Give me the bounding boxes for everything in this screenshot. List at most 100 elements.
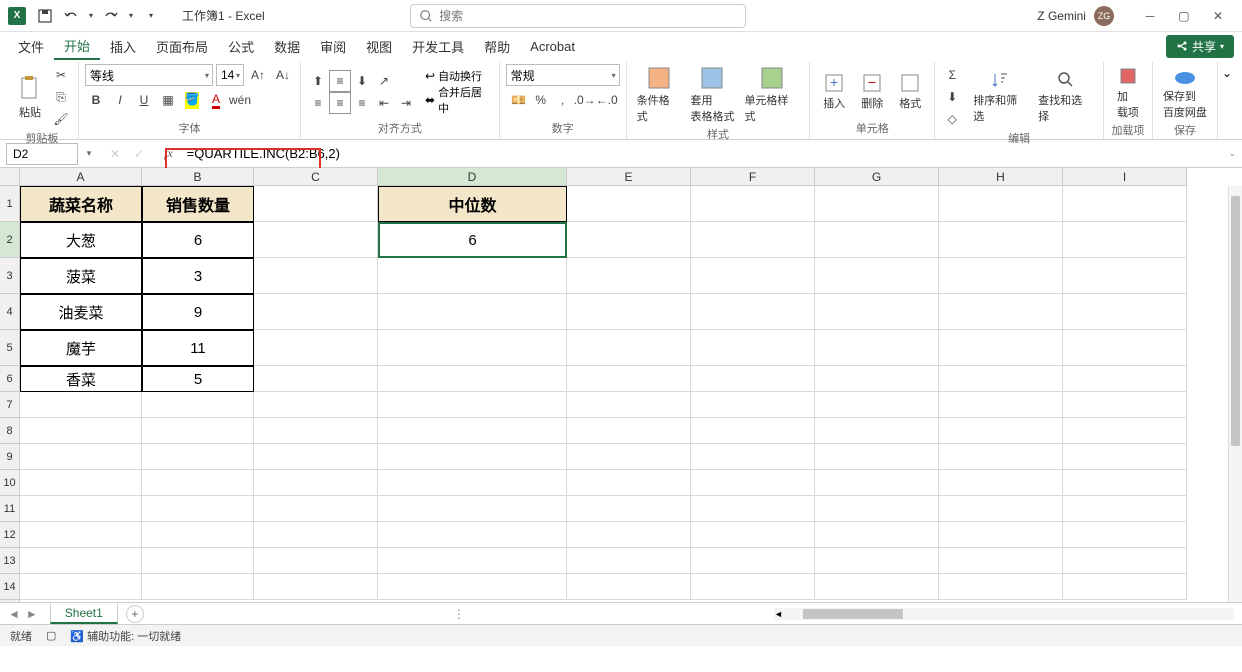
cell[interactable] — [378, 418, 567, 444]
indent-inc-icon[interactable]: ⇥ — [395, 92, 417, 114]
cell[interactable] — [20, 418, 142, 444]
row-header-1[interactable]: 1 — [0, 186, 19, 222]
cell[interactable] — [20, 444, 142, 470]
fill-icon[interactable]: ⬇ — [941, 86, 963, 108]
cell[interactable] — [691, 496, 815, 522]
clear-icon[interactable]: ◇ — [941, 108, 963, 130]
underline-icon[interactable]: U — [133, 89, 155, 111]
align-center-icon[interactable]: ≡ — [329, 92, 351, 114]
format-cells-button[interactable]: 格式 — [892, 71, 928, 113]
italic-icon[interactable]: I — [109, 89, 131, 111]
grow-font-icon[interactable]: A↑ — [247, 64, 269, 86]
sort-filter-button[interactable]: 排序和筛选 — [969, 68, 1032, 126]
row-header-12[interactable]: 12 — [0, 522, 19, 548]
align-top-icon[interactable]: ⬆ — [307, 70, 329, 92]
vertical-scrollbar[interactable] — [1228, 186, 1242, 602]
cell[interactable] — [1063, 392, 1187, 418]
dec-decimal-icon[interactable]: ←.0 — [596, 89, 618, 111]
shrink-font-icon[interactable]: A↓ — [272, 64, 294, 86]
cell[interactable] — [20, 548, 142, 574]
cell[interactable] — [142, 470, 254, 496]
add-sheet-icon[interactable]: + — [126, 605, 144, 623]
tab-file[interactable]: 文件 — [8, 32, 54, 60]
align-bottom-icon[interactable]: ⬇ — [351, 70, 373, 92]
col-header-G[interactable]: G — [815, 168, 939, 185]
cell[interactable] — [378, 496, 567, 522]
cell[interactable] — [378, 470, 567, 496]
cell[interactable] — [142, 496, 254, 522]
cell-B2[interactable]: 6 — [142, 222, 254, 258]
cell[interactable] — [254, 186, 378, 222]
fill-color-icon[interactable]: 🪣 — [181, 89, 203, 111]
cell[interactable] — [20, 522, 142, 548]
col-header-D[interactable]: D — [378, 168, 567, 185]
align-middle-icon[interactable]: ≡ — [329, 70, 351, 92]
cell[interactable] — [939, 496, 1063, 522]
name-box-dropdown-icon[interactable]: ▾ — [82, 148, 96, 159]
insert-cells-button[interactable]: +插入 — [816, 71, 852, 113]
sheet-nav-prev-icon[interactable]: ◄ — [8, 607, 20, 621]
fx-icon[interactable]: fx — [164, 146, 173, 161]
maximize-icon[interactable]: ▢ — [1168, 4, 1200, 28]
cell[interactable] — [254, 548, 378, 574]
merge-button[interactable]: ⬌ 合并后居中 — [425, 84, 493, 116]
find-select-button[interactable]: 查找和选择 — [1034, 68, 1097, 126]
cond-format-button[interactable]: 条件格式 — [633, 64, 685, 126]
save-icon[interactable] — [34, 5, 56, 27]
cell[interactable] — [567, 496, 691, 522]
cell[interactable] — [939, 548, 1063, 574]
cell[interactable] — [939, 444, 1063, 470]
tab-layout[interactable]: 页面布局 — [146, 32, 218, 60]
sheet-tab-options-icon[interactable]: ⋮ — [453, 607, 465, 621]
currency-icon[interactable]: 💴 — [508, 89, 530, 111]
cell[interactable] — [815, 258, 939, 294]
cell[interactable] — [691, 186, 815, 222]
cell-B3[interactable]: 3 — [142, 258, 254, 294]
row-header-8[interactable]: 8 — [0, 418, 19, 444]
row-header-7[interactable]: 7 — [0, 392, 19, 418]
cell[interactable] — [815, 548, 939, 574]
cell[interactable] — [815, 522, 939, 548]
col-header-E[interactable]: E — [567, 168, 691, 185]
tab-home[interactable]: 开始 — [54, 32, 100, 60]
cell[interactable] — [691, 548, 815, 574]
cancel-formula-icon[interactable]: ✕ — [104, 143, 126, 165]
cell[interactable] — [567, 330, 691, 366]
cell[interactable] — [567, 444, 691, 470]
cell[interactable] — [567, 222, 691, 258]
cell-B1[interactable]: 销售数量 — [142, 186, 254, 222]
macro-record-icon[interactable]: ▢ — [46, 629, 56, 642]
cell-styles-button[interactable]: 单元格样式 — [740, 64, 803, 126]
cell[interactable] — [815, 222, 939, 258]
cell[interactable] — [815, 574, 939, 600]
col-header-I[interactable]: I — [1063, 168, 1187, 185]
expand-formula-icon[interactable]: ⌄ — [1228, 148, 1236, 159]
phonetic-icon[interactable]: wén — [229, 89, 251, 111]
tab-formulas[interactable]: 公式 — [218, 32, 264, 60]
cell[interactable] — [378, 444, 567, 470]
cell[interactable] — [815, 186, 939, 222]
cell-B4[interactable]: 9 — [142, 294, 254, 330]
cell[interactable] — [142, 392, 254, 418]
cell[interactable] — [939, 330, 1063, 366]
cell[interactable] — [567, 548, 691, 574]
wrap-text-button[interactable]: ↩ 自动换行 — [425, 68, 493, 84]
share-button[interactable]: 共享 ▾ — [1166, 35, 1234, 58]
tab-data[interactable]: 数据 — [264, 32, 310, 60]
save-baidu-button[interactable]: 保存到 百度网盘 — [1159, 64, 1211, 122]
cell[interactable] — [691, 574, 815, 600]
inc-decimal-icon[interactable]: .0→ — [574, 89, 596, 111]
cell[interactable] — [254, 330, 378, 366]
sheet-nav-next-icon[interactable]: ► — [26, 607, 38, 621]
undo-dropdown-icon[interactable]: ▾ — [86, 5, 96, 27]
cell[interactable] — [254, 496, 378, 522]
minimize-icon[interactable]: ─ — [1134, 4, 1166, 28]
cell[interactable] — [254, 366, 378, 392]
tab-dev[interactable]: 开发工具 — [402, 32, 474, 60]
cell[interactable] — [567, 574, 691, 600]
cell[interactable] — [815, 330, 939, 366]
cell[interactable] — [378, 548, 567, 574]
cell[interactable] — [1063, 186, 1187, 222]
cell[interactable] — [378, 258, 567, 294]
cell[interactable] — [691, 330, 815, 366]
